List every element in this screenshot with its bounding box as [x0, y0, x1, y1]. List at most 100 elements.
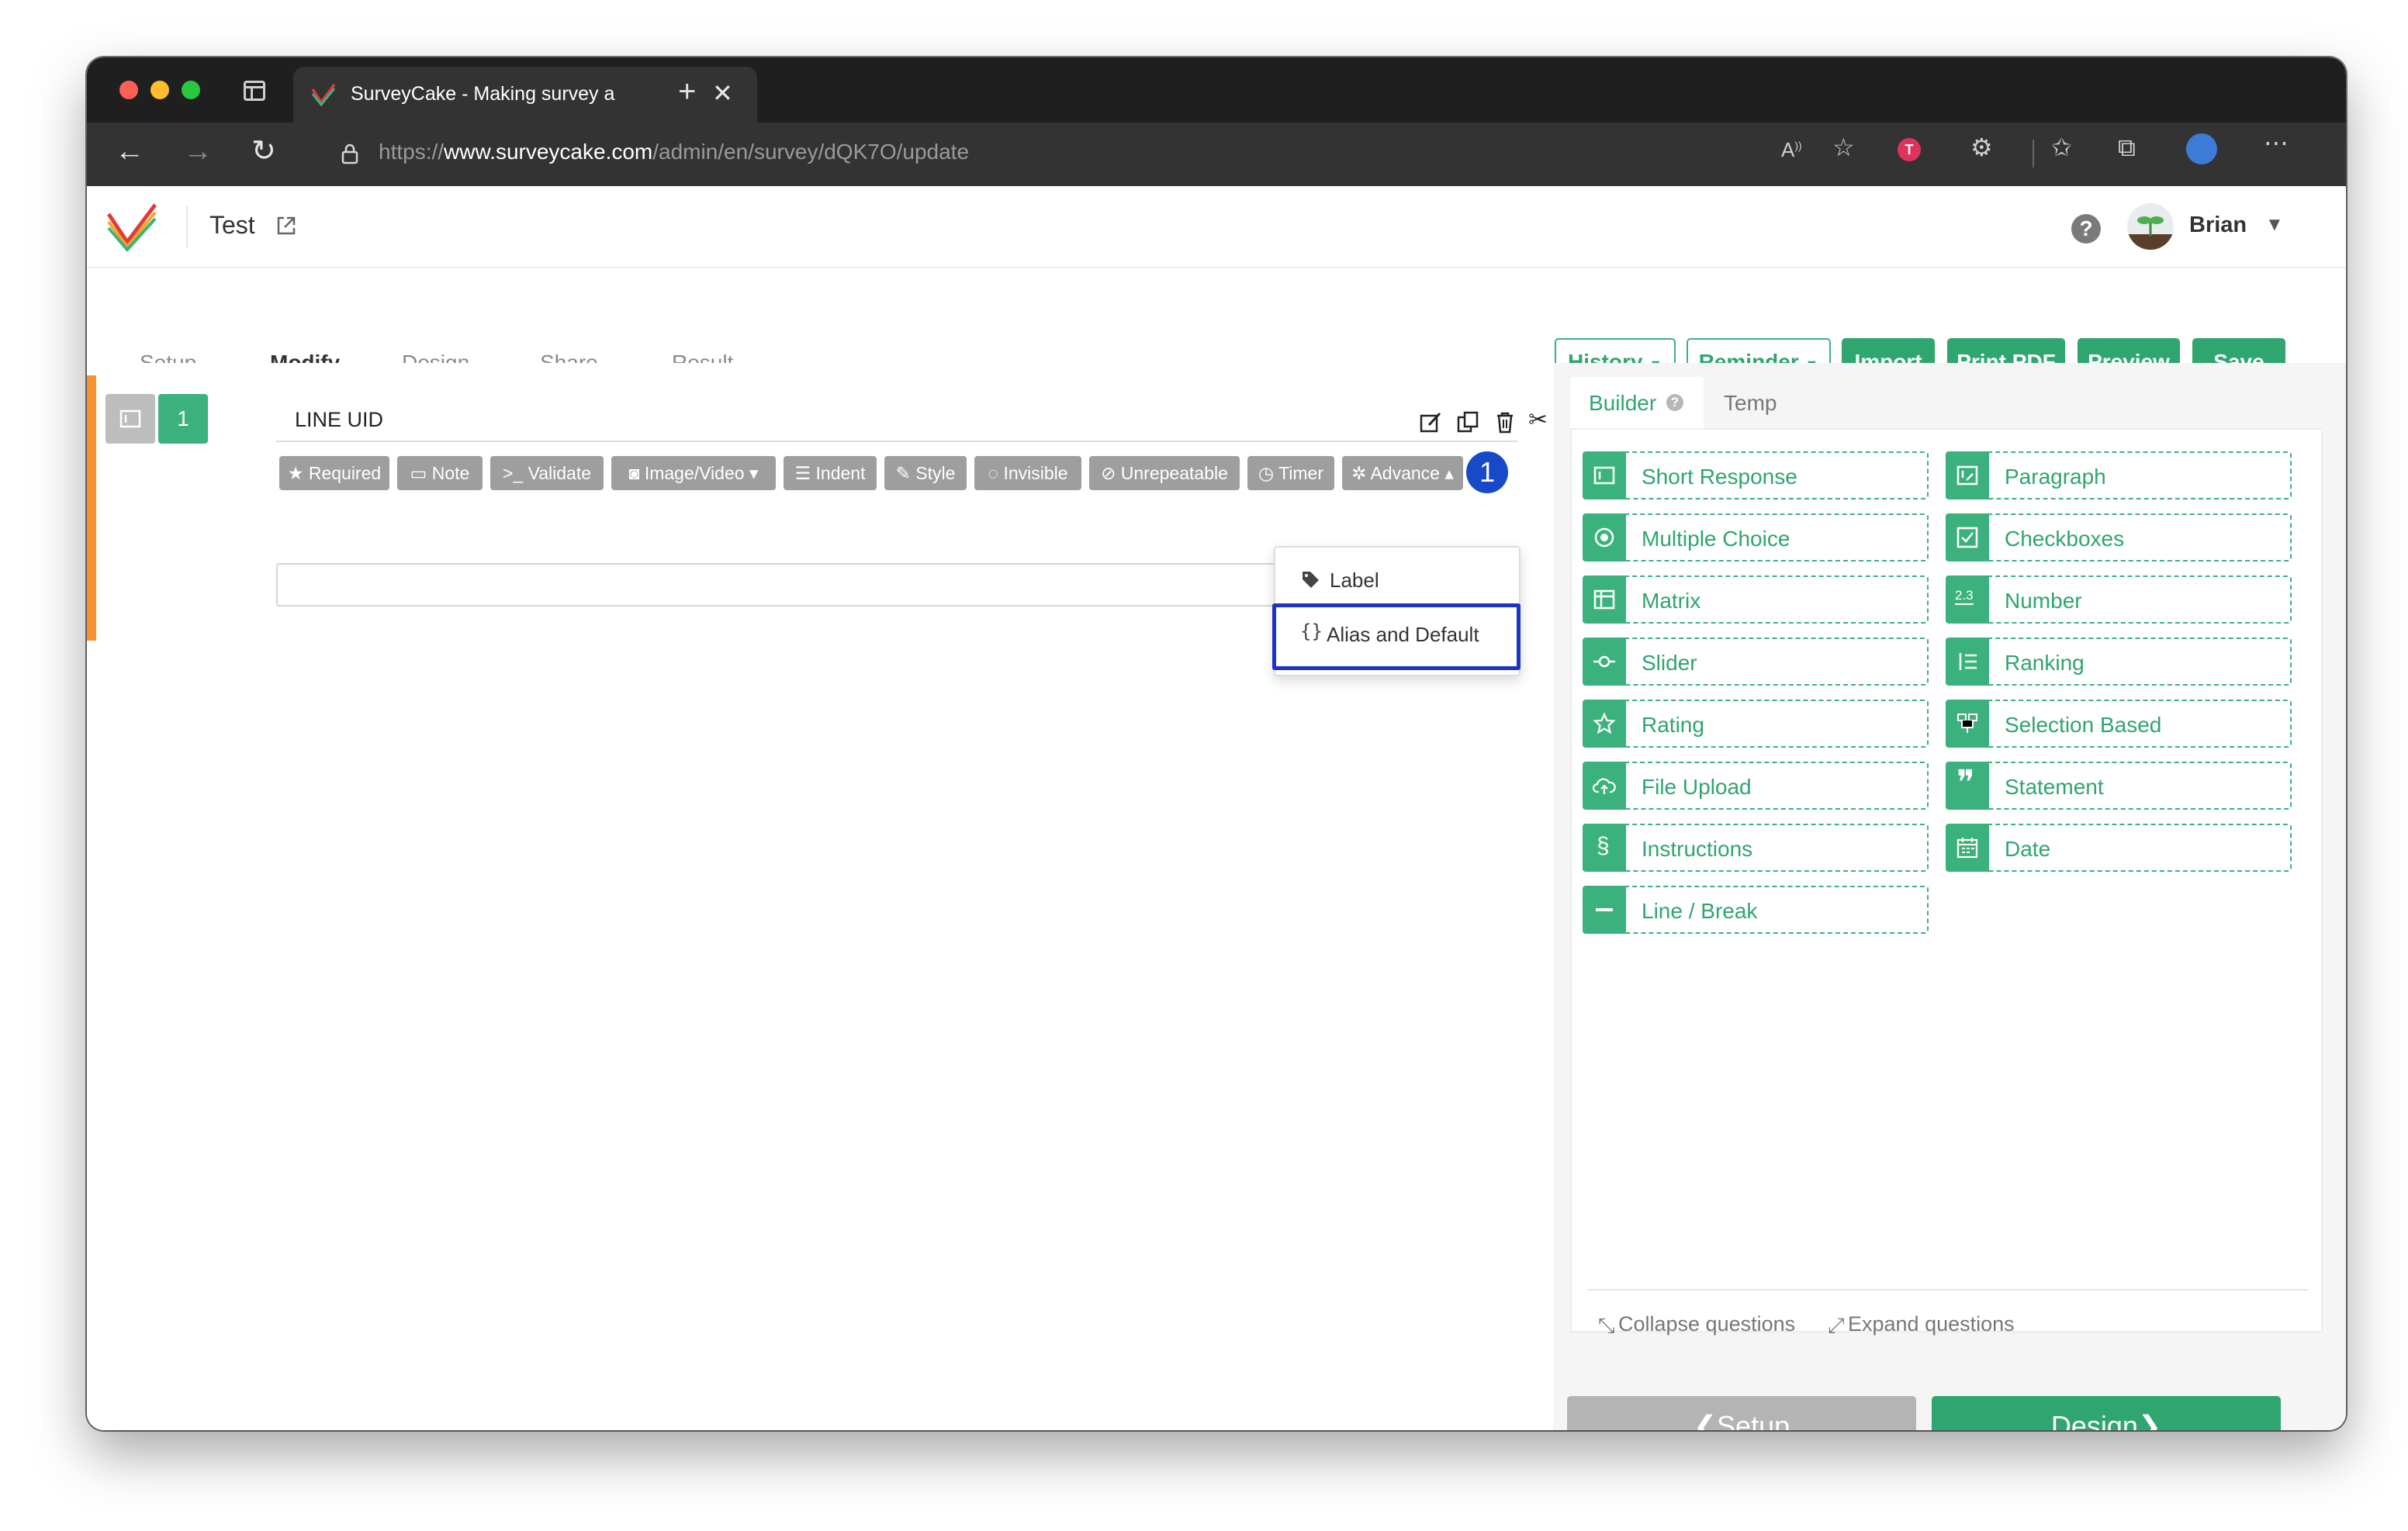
add-slider-button[interactable]: Slider [1583, 638, 1929, 686]
steps-bar: Setup → Modify → Design → Share → Result… [87, 268, 2346, 386]
app-header: Test ? Brian ▼ [87, 186, 2346, 268]
next-design-button[interactable]: Design❯ [1932, 1396, 2281, 1430]
lock-icon[interactable] [335, 140, 365, 169]
more-menu-icon[interactable]: ⋯ [2264, 130, 2289, 155]
step-annotation-badge: 1 [1466, 451, 1508, 493]
collections-icon[interactable]: ⧉ [2118, 135, 2136, 160]
add-checkboxes-button[interactable]: Checkboxes [1946, 513, 2292, 562]
browser-tab-bar: SurveyCake - Making survey a ✕ + [87, 57, 2346, 123]
chevron-down-icon[interactable]: ▼ [2265, 214, 2284, 236]
header-divider [186, 206, 188, 248]
invisible-chip[interactable]: ◌ Invisible [974, 456, 1081, 490]
url-protocol: https:// [379, 140, 445, 164]
add-date-button[interactable]: Date [1946, 824, 2292, 872]
browser-toolbar: ← → ↻ https://www.surveycake.com/admin/e… [87, 123, 2346, 186]
paragraph-icon [1956, 465, 1978, 486]
extensions-puzzle-icon[interactable]: ⚙ [1970, 135, 1993, 160]
unrepeatable-chip[interactable]: ⊘ Unrepeatable [1089, 456, 1240, 490]
required-chip[interactable]: ★ Required [279, 456, 389, 490]
external-link-icon[interactable] [275, 214, 298, 237]
add-line-break-button[interactable]: Line / Break [1583, 886, 1929, 934]
section-icon: § [1597, 833, 1610, 859]
add-favorite-icon[interactable]: ☆ [1832, 135, 1855, 160]
tab-temp[interactable]: Temp [1724, 391, 1777, 416]
question-number[interactable]: 1 [158, 394, 208, 444]
expand-icon: ⤢ [1828, 1314, 1845, 1337]
close-window-button[interactable] [119, 81, 138, 99]
url-path: /admin/en/survey/dQK7O/update [652, 140, 970, 164]
user-name[interactable]: Brian [2189, 213, 2247, 238]
tab-actions-icon[interactable] [244, 81, 265, 101]
validate-label: Validate [528, 463, 592, 483]
add-matrix-button[interactable]: Matrix [1583, 575, 1929, 624]
tab-title: SurveyCake - Making survey a [351, 83, 615, 105]
style-chip[interactable]: ✎ Style [884, 456, 967, 490]
expand-label: Expand questions [1848, 1312, 2015, 1336]
surveycake-logo[interactable] [106, 202, 160, 251]
back-icon[interactable]: ← [115, 137, 144, 166]
cut-icon[interactable]: ✂ [1528, 406, 1553, 433]
project-title[interactable]: Test [209, 211, 255, 240]
short-response-label: Short Response [1642, 465, 1797, 489]
question-title[interactable]: LINE UID [295, 408, 383, 432]
builder-tabs: Builder ? Temp [1570, 377, 2323, 430]
image-video-chip[interactable]: ◙ Image/Video ▾ [611, 456, 776, 490]
indent-chip[interactable]: ☰ Indent [784, 456, 877, 490]
short-response-icon [1593, 466, 1615, 485]
avatar[interactable] [2127, 203, 2174, 250]
address-bar[interactable]: https://www.surveycake.com/admin/en/surv… [379, 140, 969, 164]
read-aloud-icon[interactable]: A)) [1781, 140, 1802, 160]
timer-chip[interactable]: ◷ Timer [1247, 456, 1334, 490]
edit-icon[interactable] [1418, 410, 1443, 434]
add-statement-button[interactable]: ❞ Statement [1946, 762, 2292, 810]
extension-icon[interactable]: T [1898, 138, 1921, 161]
active-question-indicator [87, 375, 96, 641]
next-design-label: Design [2050, 1410, 2138, 1430]
reload-icon[interactable]: ↻ [251, 137, 276, 166]
highlight-box [1272, 603, 1521, 670]
add-number-button[interactable]: 2.3 Number [1946, 575, 2292, 624]
number-icon: 2.3 [1955, 588, 1974, 605]
ranking-icon [1959, 653, 1977, 670]
back-to-setup-button[interactable]: ❮Setup [1567, 1396, 1916, 1430]
close-tab-icon[interactable]: ✕ [712, 81, 733, 105]
image-video-label: Image/Video [644, 463, 745, 483]
toolbar-separator [2033, 140, 2034, 168]
file-upload-label: File Upload [1642, 775, 1752, 799]
add-file-upload-button[interactable]: File Upload [1583, 762, 1929, 810]
collapse-questions-link[interactable]: ⤡ Collapse questions [1598, 1312, 1795, 1337]
new-tab-icon[interactable]: + [678, 76, 696, 107]
advance-chip[interactable]: ✲ Advance ▴ [1342, 456, 1463, 490]
builder-panel: Builder ? Temp Short Response Multiple C… [1553, 363, 2346, 1430]
ranking-label: Ranking [2005, 651, 2085, 675]
minimize-window-button[interactable] [150, 81, 169, 99]
selection-based-label: Selection Based [2005, 713, 2162, 737]
help-icon[interactable]: ? [2071, 214, 2101, 244]
add-short-response-button[interactable]: Short Response [1583, 451, 1929, 499]
advance-label: Advance [1370, 463, 1440, 483]
add-selection-based-button[interactable]: Selection Based [1946, 700, 2292, 748]
question-type-icon[interactable] [106, 394, 155, 444]
add-multiple-choice-button[interactable]: Multiple Choice [1583, 513, 1929, 562]
forward-icon[interactable]: → [183, 137, 213, 166]
validate-chip[interactable]: >_ Validate [490, 456, 604, 490]
answer-input[interactable] [276, 563, 1283, 607]
trash-icon[interactable] [1493, 410, 1517, 434]
expand-questions-link[interactable]: ⤢ Expand questions [1828, 1312, 2015, 1337]
sprout-icon [2127, 216, 2174, 250]
rating-label: Rating [1642, 713, 1704, 737]
help-icon[interactable]: ? [1666, 394, 1683, 411]
add-paragraph-button[interactable]: Paragraph [1946, 451, 2292, 499]
favorites-icon[interactable]: ✩ [2051, 135, 2072, 160]
tab-builder[interactable]: Builder ? [1570, 377, 1704, 430]
menu-item-label[interactable]: Label [1275, 555, 1519, 605]
selection-based-icon [1957, 714, 1977, 733]
note-chip[interactable]: ▭ Note [397, 456, 483, 490]
add-rating-button[interactable]: Rating [1583, 700, 1929, 748]
maximize-window-button[interactable] [182, 81, 200, 99]
line-break-icon [1596, 908, 1613, 911]
copy-icon[interactable] [1455, 410, 1480, 434]
add-instructions-button[interactable]: § Instructions [1583, 824, 1929, 872]
profile-icon[interactable] [2186, 133, 2217, 164]
add-ranking-button[interactable]: Ranking [1946, 638, 2292, 686]
